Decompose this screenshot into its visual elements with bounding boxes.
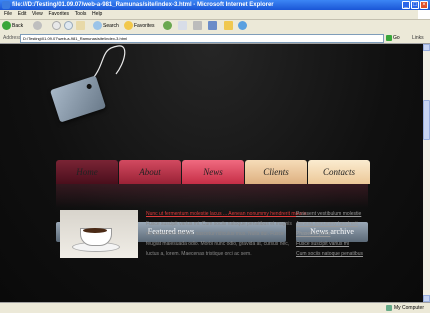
- nav-home[interactable]: Home: [56, 160, 118, 184]
- window-title: file:///D:/Testing/01.09.07/web-a-981_Ra…: [12, 2, 274, 8]
- featured-news-line: Fusce suscipit varius mi. Cum sociis nat…: [146, 221, 292, 227]
- page-viewport: Home About News Clients Contacts Feature…: [0, 44, 423, 302]
- address-input[interactable]: D:\Testing\01.09.07\web-a-981_Ramunas\si…: [20, 34, 384, 43]
- edit-button[interactable]: [208, 21, 218, 32]
- address-bar: Address D:\Testing\01.09.07\web-a-981_Ra…: [0, 33, 430, 44]
- windows-logo-icon: [418, 10, 430, 19]
- toolbar: Back Search Favorites: [0, 20, 430, 34]
- mail-button[interactable]: [178, 21, 188, 32]
- back-button[interactable]: Back: [2, 21, 23, 32]
- go-label: Go: [393, 35, 400, 41]
- mail-icon: [178, 21, 187, 31]
- refresh-icon: [64, 21, 73, 31]
- close-button[interactable]: ×: [420, 1, 428, 9]
- print-icon: [193, 21, 202, 31]
- archive-link[interactable]: Praesent vestibulum molestie: [296, 211, 361, 217]
- links-button[interactable]: Links: [412, 34, 424, 42]
- home-icon: [76, 21, 85, 31]
- stop-icon: [52, 21, 61, 31]
- status-bar: My Computer: [0, 302, 430, 313]
- folder-button[interactable]: [224, 21, 234, 32]
- nav-contacts[interactable]: Contacts: [308, 160, 370, 184]
- menu-view[interactable]: View: [32, 10, 43, 19]
- edit-icon: [208, 21, 217, 31]
- search-label: Search: [103, 23, 119, 29]
- nav-reflection: [56, 184, 368, 208]
- back-arrow-icon: [2, 21, 11, 31]
- forward-button[interactable]: [33, 21, 43, 32]
- menu-edit[interactable]: Edit: [18, 10, 27, 19]
- menu-help[interactable]: Help: [92, 10, 102, 19]
- archive-link[interactable]: Cum sociis natoque penatibus: [296, 251, 363, 257]
- featured-news-line: dis parturient montes, nascetur ridiculu…: [146, 231, 284, 237]
- favorites-star-icon: [124, 21, 133, 31]
- maximize-button[interactable]: □: [411, 1, 419, 9]
- title-bar: file:///D:/Testing/01.09.07/web-a-981_Ra…: [0, 0, 430, 10]
- stop-button[interactable]: [52, 21, 62, 32]
- featured-news-line: luctus a, lorem. Maecenas tristique orci…: [146, 251, 252, 257]
- archive-link[interactable]: Aenean nonummy hendrerit: [296, 221, 358, 227]
- menu-bar: File Edit View Favorites Tools Help: [0, 10, 430, 20]
- nav-about[interactable]: About: [119, 160, 181, 184]
- vertical-scrollbar[interactable]: [423, 44, 430, 302]
- search-icon: [93, 21, 102, 31]
- archive-link[interactable]: Fusce suscipit varius mi: [296, 241, 349, 247]
- coffee-photo: [60, 210, 138, 258]
- favorites-label: Favorites: [134, 23, 155, 29]
- featured-news-title[interactable]: Nunc ut fermentum molestie lacus ... Aen…: [146, 211, 308, 217]
- main-nav: Home About News Clients Contacts: [56, 160, 371, 184]
- menu-tools[interactable]: Tools: [75, 10, 87, 19]
- history-button[interactable]: [163, 21, 173, 32]
- minimize-button[interactable]: _: [402, 1, 410, 9]
- ie-icon: [2, 1, 10, 9]
- zone-label: My Computer: [393, 305, 424, 311]
- go-button[interactable]: Go: [386, 34, 400, 42]
- folder-icon: [224, 21, 233, 31]
- messenger-icon: [238, 21, 247, 31]
- scroll-down-icon[interactable]: [423, 295, 430, 302]
- refresh-button[interactable]: [64, 21, 74, 32]
- computer-icon: [385, 304, 392, 311]
- print-button[interactable]: [193, 21, 203, 32]
- address-label: Address: [3, 35, 22, 41]
- menu-file[interactable]: File: [4, 10, 12, 19]
- messenger-button[interactable]: [238, 21, 248, 32]
- go-arrow-icon: [386, 34, 392, 41]
- nav-news[interactable]: News: [182, 160, 244, 184]
- favorites-button[interactable]: Favorites: [124, 21, 155, 32]
- home-button[interactable]: [76, 21, 86, 32]
- scroll-thumb[interactable]: [423, 100, 430, 140]
- back-label: Back: [12, 23, 24, 29]
- archive-link[interactable]: Phasellus porta: [296, 231, 330, 237]
- menu-favorites[interactable]: Favorites: [48, 10, 69, 19]
- featured-news-line: feugiat malesuada odio. Morbi nunc odio,…: [146, 241, 290, 247]
- search-button[interactable]: Search: [93, 21, 119, 32]
- scroll-up-icon[interactable]: [423, 44, 430, 51]
- hanging-tag-icon: [49, 75, 107, 123]
- nav-clients[interactable]: Clients: [245, 160, 307, 184]
- forward-arrow-icon: [33, 21, 42, 31]
- history-icon: [163, 21, 172, 31]
